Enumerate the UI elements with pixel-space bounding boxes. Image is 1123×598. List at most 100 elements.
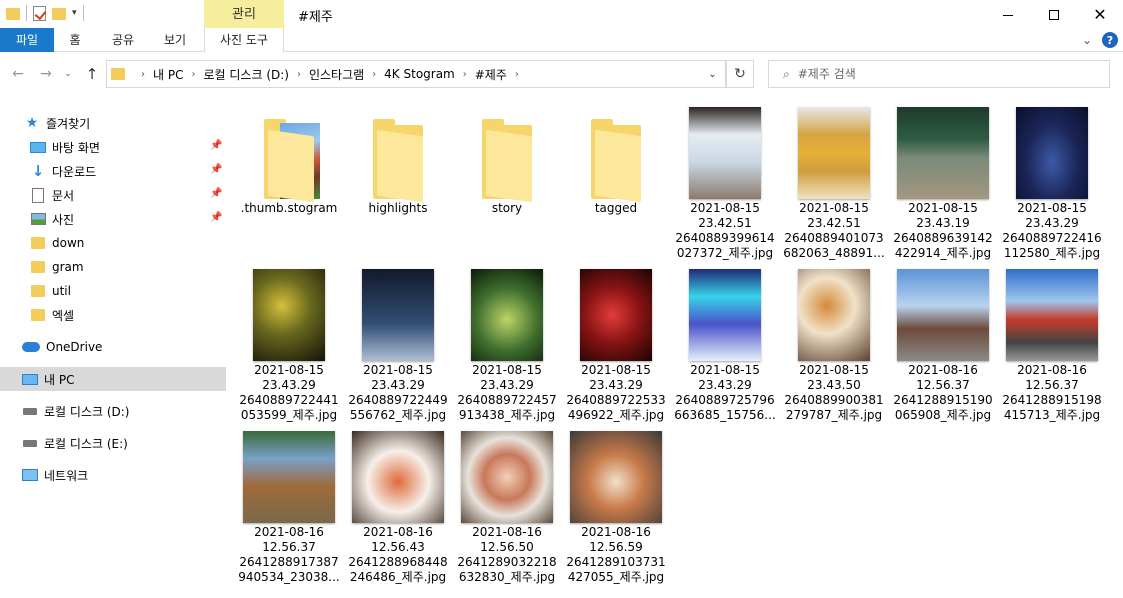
photo-thumbnail <box>243 431 335 523</box>
sidebar-item-label: 로컬 디스크 (D:) <box>44 404 130 419</box>
sidebar-item-downloads[interactable]: ↓ 다운로드 📌 <box>0 159 226 183</box>
file-name-line: 23.42.51 <box>698 216 752 230</box>
file-name-line: 663685_15756... <box>674 408 776 422</box>
search-input[interactable] <box>797 67 1098 81</box>
sidebar-item-util[interactable]: util <box>0 279 226 303</box>
file-name-line: 279787_제주.jpg <box>785 408 883 422</box>
file-name-line: 23.43.29 <box>1025 216 1079 230</box>
file-name-line: 2021-08-16 <box>363 525 433 539</box>
drive-icon <box>22 435 38 451</box>
sidebar-item-network[interactable]: 네트워크 <box>0 463 226 487</box>
forward-button[interactable]: → <box>36 64 56 84</box>
chevron-right-icon[interactable]: › <box>515 69 519 80</box>
sidebar-item-pictures[interactable]: 사진 📌 <box>0 207 226 231</box>
chevron-right-icon[interactable]: › <box>463 69 467 80</box>
file-name-line: 23.42.51 <box>807 216 861 230</box>
sidebar-item-label: 로컬 디스크 (E:) <box>44 436 128 451</box>
breadcrumb-this-pc[interactable]: 내 PC <box>153 66 183 83</box>
sidebar-item-this-pc[interactable]: 내 PC <box>0 367 226 391</box>
address-history-button[interactable]: ⌄ <box>700 60 726 88</box>
file-name-line: 2641288968448 <box>348 555 448 569</box>
folder-icon <box>6 8 20 20</box>
onedrive-icon <box>22 339 40 355</box>
pin-icon[interactable]: 📌 <box>210 212 222 223</box>
chevron-right-icon[interactable]: › <box>141 69 145 80</box>
help-icon[interactable]: ? <box>1102 32 1118 48</box>
thumbnail <box>454 103 560 203</box>
file-name-label: .thumb.stogram <box>236 201 342 216</box>
file-name-line: 2640889722449 <box>348 393 448 407</box>
file-name-line: 23.43.29 <box>262 378 316 392</box>
file-name-label: 2021-08-15 23.43.29 2640889722441 053599_제주… <box>236 363 342 423</box>
manage-context-tab[interactable]: 관리 <box>204 0 284 28</box>
pc-icon <box>22 371 38 387</box>
photo-thumbnail <box>798 269 870 361</box>
pin-icon[interactable]: 📌 <box>210 164 222 175</box>
tab-file[interactable]: 파일 <box>0 28 54 52</box>
sidebar-item-down[interactable]: down <box>0 231 226 255</box>
up-button[interactable]: ↑ <box>82 64 102 84</box>
window-title: #제주 <box>298 10 333 25</box>
tab-home[interactable]: 홈 <box>60 28 90 52</box>
file-name-line: 065908_제주.jpg <box>894 408 992 422</box>
tab-share[interactable]: 공유 <box>104 28 142 52</box>
sidebar-item-documents[interactable]: 문서 📌 <box>0 183 226 207</box>
file-name-line: 053599_제주.jpg <box>240 408 338 422</box>
pin-icon[interactable]: 📌 <box>210 188 222 199</box>
recent-locations-icon[interactable]: ⌄ <box>62 64 74 84</box>
chevron-right-icon[interactable]: › <box>297 69 301 80</box>
file-explorer-window: ▾ 관리 #제주 ✕ 파일 홈 공유 보기 사진 도구 ⌄ ? ← → ⌄ ↑ … <box>0 0 1123 598</box>
breadcrumb-jeju[interactable]: #제주 <box>475 66 507 83</box>
file-name-line: 422914_제주.jpg <box>894 246 992 260</box>
file-name-label: 2021-08-15 23.42.51 2640889401073 682063_48… <box>781 201 887 261</box>
file-name-line: 632830_제주.jpg <box>458 570 556 584</box>
sidebar-item-gram[interactable]: gram <box>0 255 226 279</box>
sidebar-item-label: 바탕 화면 <box>52 140 100 155</box>
thumbnail <box>999 103 1105 199</box>
properties-icon[interactable] <box>33 5 46 21</box>
file-name-line: 23.43.29 <box>480 378 534 392</box>
breadcrumb-instagram[interactable]: 인스타그램 <box>309 66 364 83</box>
customize-toolbar-icon[interactable]: ▾ <box>72 8 77 18</box>
breadcrumb-4k-stogram[interactable]: 4K Stogram <box>384 67 455 81</box>
navigation-pane: ★ 즐겨찾기 바탕 화면 📌 ↓ 다운로드 📌 문서 📌 사진 📌 down g… <box>0 106 226 598</box>
pin-icon[interactable]: 📌 <box>210 140 222 151</box>
thumbnail <box>345 265 451 361</box>
file-name-line: 2640889639142 <box>893 231 993 245</box>
back-button[interactable]: ← <box>8 64 28 84</box>
file-name-line: 2021-08-15 <box>690 363 760 377</box>
address-bar[interactable]: › 내 PC › 로컬 디스크 (D:) › 인스타그램 › 4K Stogra… <box>106 60 726 88</box>
refresh-button[interactable]: ↻ <box>726 60 754 88</box>
file-name-line: 23.43.29 <box>371 378 425 392</box>
folder-icon <box>482 119 532 203</box>
file-name-line: tagged <box>594 201 638 215</box>
sidebar-item-drive-e[interactable]: 로컬 디스크 (E:) <box>0 431 226 455</box>
minimize-button[interactable] <box>985 0 1031 30</box>
file-name-line: 2021-08-16 <box>1017 363 1087 377</box>
refresh-icon: ↻ <box>734 66 746 82</box>
expand-ribbon-icon[interactable]: ⌄ <box>1082 32 1092 48</box>
thumbnail <box>236 265 342 361</box>
maximize-button[interactable] <box>1031 0 1077 30</box>
sidebar-item-drive-d[interactable]: 로컬 디스크 (D:) <box>0 399 226 423</box>
sidebar-item-desktop[interactable]: 바탕 화면 📌 <box>0 135 226 159</box>
file-name-line: 2021-08-15 <box>363 363 433 377</box>
tab-view[interactable]: 보기 <box>156 28 194 52</box>
photo-thumbnail <box>362 269 434 361</box>
chevron-right-icon[interactable]: › <box>372 69 376 80</box>
new-folder-icon[interactable] <box>52 8 66 20</box>
sidebar-item-label: down <box>52 236 85 250</box>
chevron-right-icon[interactable]: › <box>191 69 195 80</box>
search-box[interactable]: ⌕ <box>768 60 1110 88</box>
file-name-line: 2021-08-15 <box>908 201 978 215</box>
folder-icon <box>111 68 125 80</box>
sidebar-item-excel[interactable]: 엑셀 <box>0 303 226 327</box>
tab-picture-tools[interactable]: 사진 도구 <box>204 28 284 52</box>
photo-thumbnail <box>253 269 325 361</box>
sidebar-item-onedrive[interactable]: OneDrive <box>0 335 226 359</box>
sidebar-item-quick-access[interactable]: ★ 즐겨찾기 <box>0 111 226 135</box>
close-button[interactable]: ✕ <box>1077 0 1123 30</box>
breadcrumb-drive-d[interactable]: 로컬 디스크 (D:) <box>203 66 288 83</box>
navigation-bar: ← → ⌄ ↑ › 내 PC › 로컬 디스크 (D:) › 인스타그램 › 4… <box>0 60 1123 90</box>
sidebar-item-label: 다운로드 <box>52 164 97 179</box>
